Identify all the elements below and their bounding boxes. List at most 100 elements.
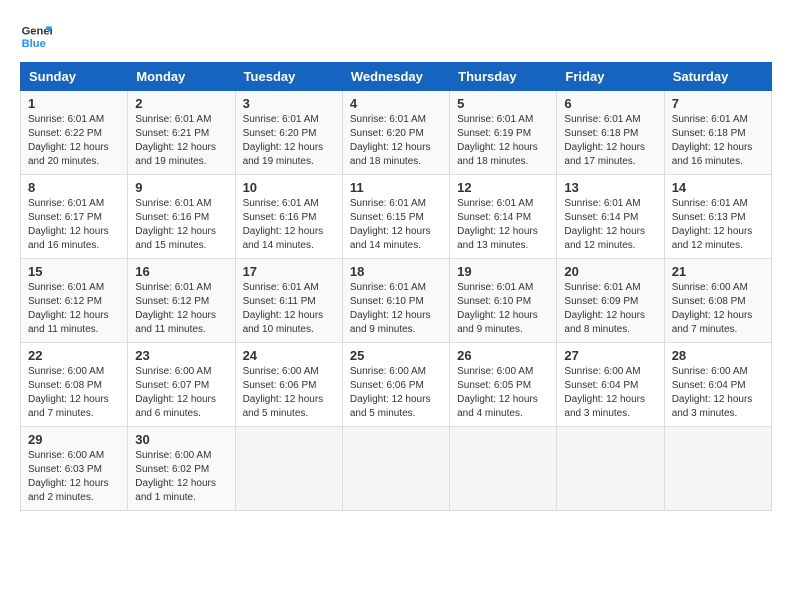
day-number: 5 [457,96,549,111]
svg-text:Blue: Blue [22,38,46,50]
table-row: 1 Sunrise: 6:01 AMSunset: 6:22 PMDaylight… [21,91,128,175]
day-number: 11 [350,180,442,195]
day-number: 10 [243,180,335,195]
week-row: 15 Sunrise: 6:01 AMSunset: 6:12 PMDayligh… [21,259,772,343]
day-number: 17 [243,264,335,279]
day-detail: Sunrise: 6:01 AMSunset: 6:16 PMDaylight:… [135,197,227,253]
table-row: 22 Sunrise: 6:00 AMSunset: 6:08 PMDayligh… [21,343,128,427]
day-number: 14 [672,180,764,195]
day-number: 4 [350,96,442,111]
day-detail: Sunrise: 6:00 AMSunset: 6:05 PMDaylight:… [457,365,549,421]
table-row: 28Sunrise: 6:00 AMSunset: 6:04 PMDayligh… [664,343,771,427]
day-detail: Sunrise: 6:01 AMSunset: 6:18 PMDaylight:… [672,113,764,169]
day-detail: Sunrise: 6:01 AMSunset: 6:12 PMDaylight:… [135,281,227,337]
table-row: 2 Sunrise: 6:01 AMSunset: 6:21 PMDaylight… [128,91,235,175]
header: General Blue [20,20,772,52]
table-row: 13 Sunrise: 6:01 AMSunset: 6:14 PMDayligh… [557,175,664,259]
day-number: 18 [350,264,442,279]
day-detail: Sunrise: 6:00 AMSunset: 6:06 PMDaylight:… [243,365,335,421]
week-row: 29 Sunrise: 6:00 AMSunset: 6:03 PMDayligh… [21,427,772,511]
day-detail: Sunrise: 6:00 AMSunset: 6:02 PMDaylight:… [135,449,227,505]
table-row [557,427,664,511]
col-header-sunday: Sunday [21,63,128,91]
table-row [664,427,771,511]
day-detail: Sunrise: 6:01 AMSunset: 6:19 PMDaylight:… [457,113,549,169]
table-row: 27 Sunrise: 6:00 AMSunset: 6:04 PMDayligh… [557,343,664,427]
table-row: 8Sunrise: 6:01 AMSunset: 6:17 PMDaylight… [21,175,128,259]
day-detail: Sunrise: 6:00 AMSunset: 6:06 PMDaylight:… [350,365,442,421]
col-header-saturday: Saturday [664,63,771,91]
day-number: 16 [135,264,227,279]
day-number: 13 [564,180,656,195]
day-number: 20 [564,264,656,279]
day-detail: Sunrise: 6:01 AMSunset: 6:10 PMDaylight:… [350,281,442,337]
day-detail: Sunrise: 6:00 AMSunset: 6:07 PMDaylight:… [135,365,227,421]
day-number: 19 [457,264,549,279]
table-row: 17 Sunrise: 6:01 AMSunset: 6:11 PMDayligh… [235,259,342,343]
day-number: 15 [28,264,120,279]
day-detail: Sunrise: 6:00 AMSunset: 6:08 PMDaylight:… [28,365,120,421]
col-header-friday: Friday [557,63,664,91]
day-detail: Sunrise: 6:01 AMSunset: 6:15 PMDaylight:… [350,197,442,253]
day-detail: Sunrise: 6:00 AMSunset: 6:04 PMDaylight:… [672,365,764,421]
calendar-table: SundayMondayTuesdayWednesdayThursdayFrid… [20,62,772,511]
logo: General Blue [20,20,52,52]
week-row: 22 Sunrise: 6:00 AMSunset: 6:08 PMDayligh… [21,343,772,427]
table-row: 21Sunrise: 6:00 AMSunset: 6:08 PMDayligh… [664,259,771,343]
day-detail: Sunrise: 6:01 AMSunset: 6:20 PMDaylight:… [350,113,442,169]
day-detail: Sunrise: 6:00 AMSunset: 6:03 PMDaylight:… [28,449,120,505]
day-detail: Sunrise: 6:01 AMSunset: 6:17 PMDaylight:… [28,197,120,253]
day-number: 21 [672,264,764,279]
table-row: 20 Sunrise: 6:01 AMSunset: 6:09 PMDayligh… [557,259,664,343]
day-number: 22 [28,348,120,363]
day-detail: Sunrise: 6:00 AMSunset: 6:04 PMDaylight:… [564,365,656,421]
day-number: 3 [243,96,335,111]
table-row: 15Sunrise: 6:01 AMSunset: 6:12 PMDayligh… [21,259,128,343]
day-number: 30 [135,432,227,447]
table-row: 16 Sunrise: 6:01 AMSunset: 6:12 PMDayligh… [128,259,235,343]
table-row: 25 Sunrise: 6:00 AMSunset: 6:06 PMDayligh… [342,343,449,427]
table-row: 26Sunrise: 6:00 AMSunset: 6:05 PMDayligh… [450,343,557,427]
week-row: 1 Sunrise: 6:01 AMSunset: 6:22 PMDaylight… [21,91,772,175]
col-header-tuesday: Tuesday [235,63,342,91]
table-row: 12 Sunrise: 6:01 AMSunset: 6:14 PMDayligh… [450,175,557,259]
day-number: 2 [135,96,227,111]
table-row [450,427,557,511]
table-row: 23 Sunrise: 6:00 AMSunset: 6:07 PMDayligh… [128,343,235,427]
table-row: 7Sunrise: 6:01 AMSunset: 6:18 PMDaylight… [664,91,771,175]
day-number: 24 [243,348,335,363]
day-detail: Sunrise: 6:01 AMSunset: 6:16 PMDaylight:… [243,197,335,253]
day-number: 29 [28,432,120,447]
day-detail: Sunrise: 6:01 AMSunset: 6:10 PMDaylight:… [457,281,549,337]
table-row: 9 Sunrise: 6:01 AMSunset: 6:16 PMDaylight… [128,175,235,259]
day-detail: Sunrise: 6:01 AMSunset: 6:14 PMDaylight:… [564,197,656,253]
table-row: 24 Sunrise: 6:00 AMSunset: 6:06 PMDayligh… [235,343,342,427]
day-detail: Sunrise: 6:01 AMSunset: 6:22 PMDaylight:… [28,113,120,169]
day-number: 25 [350,348,442,363]
table-row: 3 Sunrise: 6:01 AMSunset: 6:20 PMDaylight… [235,91,342,175]
day-number: 1 [28,96,120,111]
day-detail: Sunrise: 6:01 AMSunset: 6:14 PMDaylight:… [457,197,549,253]
table-row: 4 Sunrise: 6:01 AMSunset: 6:20 PMDaylight… [342,91,449,175]
table-row: 19 Sunrise: 6:01 AMSunset: 6:10 PMDayligh… [450,259,557,343]
table-row: 10 Sunrise: 6:01 AMSunset: 6:16 PMDayligh… [235,175,342,259]
day-detail: Sunrise: 6:01 AMSunset: 6:20 PMDaylight:… [243,113,335,169]
day-number: 12 [457,180,549,195]
day-detail: Sunrise: 6:01 AMSunset: 6:21 PMDaylight:… [135,113,227,169]
day-detail: Sunrise: 6:01 AMSunset: 6:09 PMDaylight:… [564,281,656,337]
table-row [235,427,342,511]
table-row: 14Sunrise: 6:01 AMSunset: 6:13 PMDayligh… [664,175,771,259]
day-number: 27 [564,348,656,363]
table-row: 29 Sunrise: 6:00 AMSunset: 6:03 PMDayligh… [21,427,128,511]
col-header-monday: Monday [128,63,235,91]
week-row: 8Sunrise: 6:01 AMSunset: 6:17 PMDaylight… [21,175,772,259]
table-row: 30 Sunrise: 6:00 AMSunset: 6:02 PMDayligh… [128,427,235,511]
day-number: 23 [135,348,227,363]
table-row: 18 Sunrise: 6:01 AMSunset: 6:10 PMDayligh… [342,259,449,343]
logo-icon: General Blue [20,20,52,52]
day-number: 6 [564,96,656,111]
day-detail: Sunrise: 6:01 AMSunset: 6:18 PMDaylight:… [564,113,656,169]
day-detail: Sunrise: 6:01 AMSunset: 6:11 PMDaylight:… [243,281,335,337]
table-row: 11 Sunrise: 6:01 AMSunset: 6:15 PMDayligh… [342,175,449,259]
day-number: 9 [135,180,227,195]
